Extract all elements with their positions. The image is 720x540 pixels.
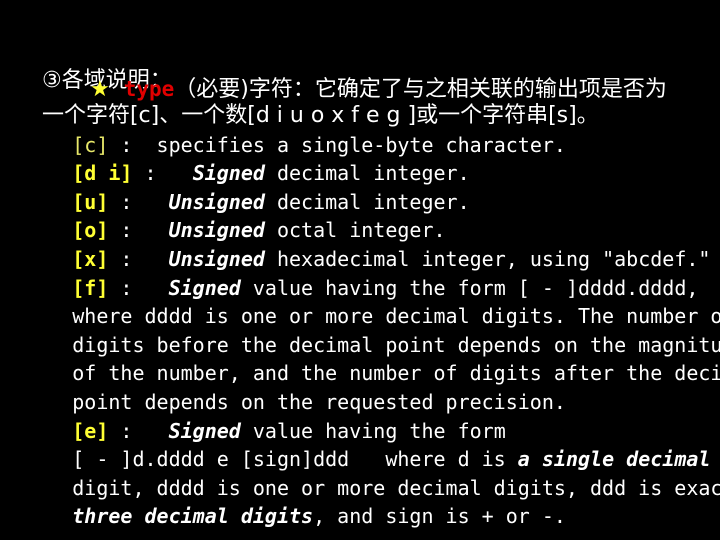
e-paragraph-text-3: , and sign is + or -. [313, 504, 566, 529]
entry-tag-u: [u] [72, 189, 109, 214]
f-paragraph-text-4: point depends on the requested precision… [72, 389, 566, 414]
slide-content: ③各域说明： ★ type（必要)字符：它确定了与之相关联的输出项是否为 一个字… [0, 0, 720, 528]
f-paragraph-text-1: where dddd is one or more decimal digits… [72, 304, 720, 329]
entry-emphasis-x: Unsigned [168, 246, 265, 271]
e-paragraph-text-1: [ - ]d.dddd e [sign]ddd where d is [72, 447, 518, 472]
bullet-type-text: （必要)字符：它确定了与之相关联的输出项是否为 [174, 77, 667, 102]
entry-colon-e: : [120, 418, 133, 443]
entry-desc-f: value having the form [ - ]dddd.dddd, [240, 275, 699, 300]
entry-emphasis-u: Unsigned [168, 189, 265, 214]
e-paragraph-emphasis-1: a single decimal [517, 447, 711, 472]
entry-tag-f: [f] [72, 275, 109, 300]
entry-emphasis-o: Unsigned [168, 218, 265, 243]
entry-emphasis-f: Signed [168, 275, 241, 300]
keyword-type: type [123, 77, 175, 101]
e-paragraph-text-2: digit, dddd is one or more decimal digit… [72, 475, 720, 500]
f-paragraph-text-3: of the number, and the number of digits … [72, 361, 720, 386]
entry-tag-e: [e] [72, 418, 109, 443]
entry-tag-x: [x] [72, 246, 109, 271]
slide-heading-line: ③各域说明： [0, 0, 720, 93]
entry-desc-e: value having the form [240, 418, 506, 443]
entry-colon-u: : [120, 189, 133, 214]
entry-tag-c: [c] [72, 132, 109, 157]
entry-colon-o: : [120, 218, 133, 243]
entry-tag-di: [d i] [72, 161, 133, 186]
entry-colon-x: : [120, 246, 133, 271]
entry-desc-x: hexadecimal integer, using "abcdef." [264, 246, 711, 271]
entry-desc-o: octal integer. [264, 218, 446, 243]
slide-canvas: ③各域说明： ★ type（必要)字符：它确定了与之相关联的输出项是否为 一个字… [0, 0, 720, 540]
e-paragraph-emphasis-3: three decimal digits [72, 504, 314, 529]
entry-emphasis-di: Signed [192, 161, 265, 186]
entry-colon-c: : [120, 132, 133, 157]
entry-desc-c: specifies a single-byte character. [132, 132, 566, 157]
entry-tag-o: [o] [72, 218, 109, 243]
entry-colon-f: : [120, 275, 133, 300]
bullet-continuation-text: 一个字符[c]、一个数[d i u o x f e g ]或一个字符串[s]。 [41, 103, 599, 128]
entry-desc-di: decimal integer. [264, 161, 470, 186]
entry-colon-di: : [144, 161, 157, 186]
entry-emphasis-e: Signed [168, 418, 241, 443]
f-paragraph-text-2: digits before the decimal point depends … [72, 332, 720, 357]
entry-desc-u: decimal integer. [264, 189, 470, 214]
star-icon: ★ [89, 77, 110, 102]
